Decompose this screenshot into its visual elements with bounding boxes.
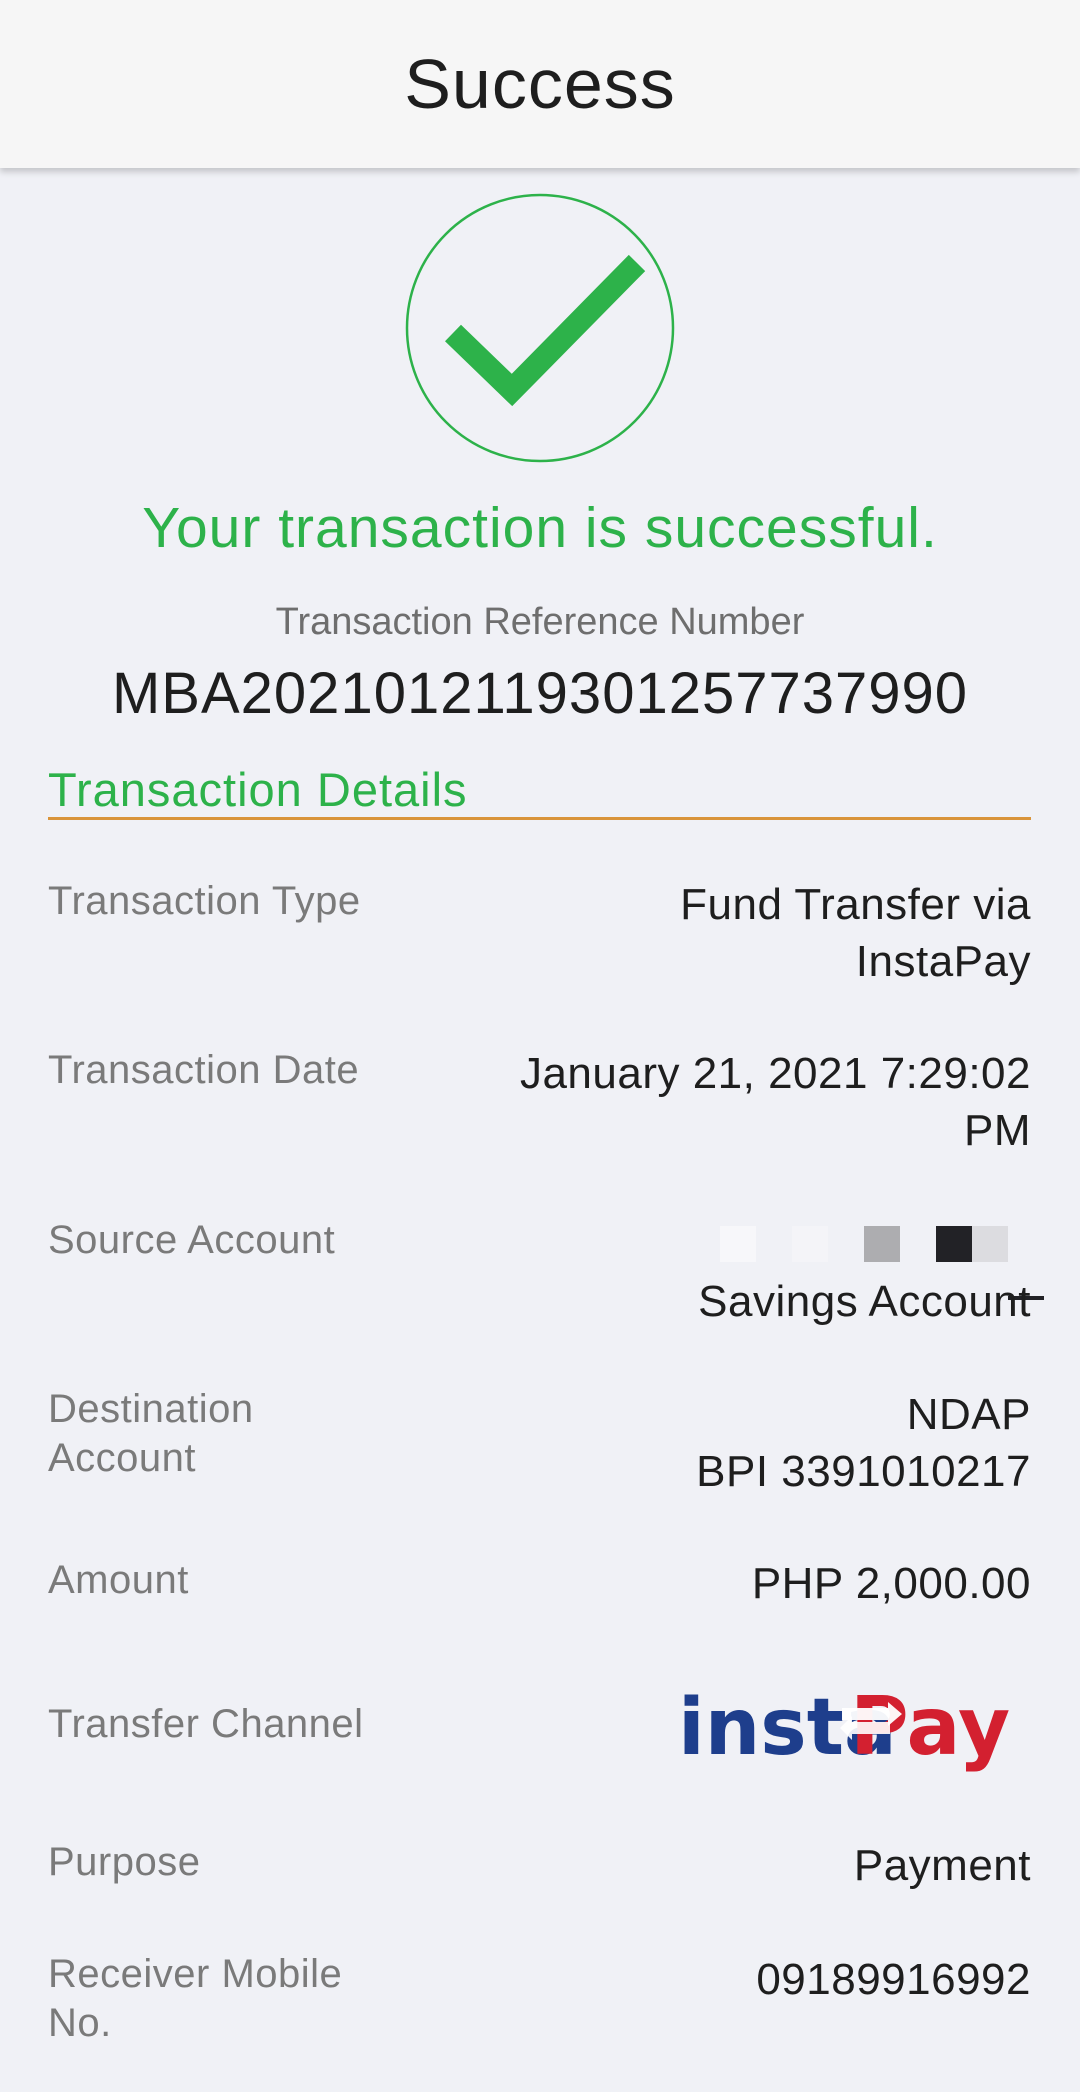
section-title-transaction-details: Transaction Details xyxy=(48,763,468,816)
destination-account-label-line1: Destination xyxy=(48,1387,254,1431)
amount-value: PHP 2,000.00 xyxy=(751,1559,1031,1608)
source-account-value: Savings Account xyxy=(698,1277,1031,1326)
transaction-type-value: Fund Transfer via InstaPay xyxy=(431,876,1031,990)
purpose-label: Purpose xyxy=(48,1840,201,1884)
destination-account-number: BPI 3391010217 xyxy=(696,1447,1031,1496)
purpose-value: Payment xyxy=(853,1841,1031,1890)
section-divider xyxy=(48,817,1031,820)
transaction-type-value-line1: Fund Transfer via xyxy=(680,880,1031,929)
transaction-date-label: Transaction Date xyxy=(48,1048,360,1092)
transaction-date-value-line1: January 21, 2021 7:29:02 xyxy=(519,1049,1031,1098)
destination-account-label-line2: Account xyxy=(48,1436,197,1480)
page-title: Success xyxy=(404,45,676,123)
receiver-mobile-value: 09189916992 xyxy=(756,1955,1031,2004)
success-message: Your transaction is successful. xyxy=(142,496,938,560)
destination-account-label: Destination Account xyxy=(48,1385,388,1483)
reference-label: Transaction Reference Number xyxy=(275,601,805,643)
transaction-date-value: January 21, 2021 7:29:02 PM xyxy=(431,1045,1031,1159)
destination-account-value: NDAP BPI 3391010217 xyxy=(431,1386,1031,1500)
destination-account-name: NDAP xyxy=(906,1390,1031,1439)
receiver-mobile-label-line2: No. xyxy=(48,2001,112,2045)
transaction-type-label: Transaction Type xyxy=(48,879,361,923)
check-circle-icon xyxy=(405,193,675,463)
transfer-channel-label: Transfer Channel xyxy=(48,1702,364,1746)
instapay-logo: insta Pay xyxy=(676,1676,1032,1773)
reference-number: MBA20210121193012577379​90 xyxy=(111,661,969,726)
receiver-mobile-label: Receiver Mobile No. xyxy=(48,1950,388,2048)
app-bar: Success xyxy=(0,0,1080,168)
source-account-label: Source Account xyxy=(48,1218,336,1262)
transaction-date-value-line2: PM xyxy=(964,1106,1031,1155)
receiver-mobile-label-line1: Receiver Mobile xyxy=(48,1952,343,1996)
transaction-type-value-line2: InstaPay xyxy=(855,937,1031,986)
amount-label: Amount xyxy=(48,1558,189,1602)
